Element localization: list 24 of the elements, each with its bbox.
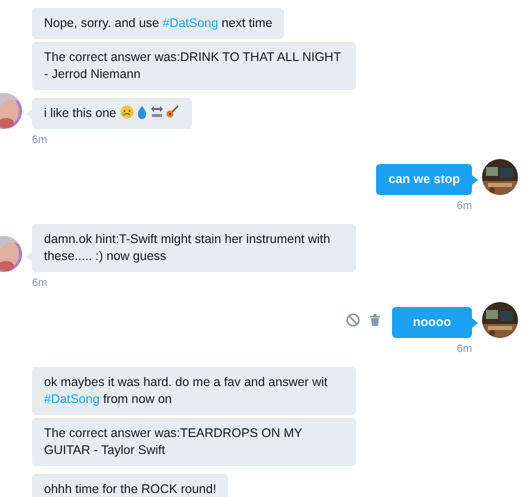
hashtag-link[interactable]: #DatSong	[44, 392, 100, 406]
message-bubble: damn.ok hint:T-Swift might stain her instrument with these..... :) now guess	[32, 224, 356, 272]
message-bubble: The correct answer was:DRINK TO THAT ALL NIGHT - Jerrod Niemann	[32, 42, 356, 90]
timestamp: 6m	[456, 343, 473, 355]
block-icon[interactable]	[346, 313, 360, 327]
message-bubble: ok maybes it was hard. do me a fav and answer wit #DatSong from now on	[32, 367, 356, 415]
message-bubble: Nope, sorry. and use #DatSong next time	[32, 8, 284, 39]
arrow-icon	[150, 105, 164, 119]
message-bubble: ohhh time for the ROCK round!	[32, 474, 228, 497]
bubble-tail	[472, 318, 478, 328]
message-bubble: The correct answer was:TEARDROPS ON MY GUITAR - Taylor Swift	[32, 418, 356, 466]
message-bubble: noooo	[392, 307, 472, 338]
timestamp: 6m	[31, 134, 48, 146]
crying-face-icon	[120, 105, 134, 119]
bubble-tail	[26, 109, 32, 119]
bubble-tail	[472, 175, 478, 185]
hashtag-link[interactable]: #DatSong	[162, 16, 218, 30]
timestamp: 6m	[456, 200, 473, 212]
timestamp: 6m	[31, 277, 48, 289]
guitar-icon	[164, 105, 179, 119]
bubble-tail	[26, 252, 32, 262]
trash-icon[interactable]	[370, 314, 380, 326]
message-bubble: can we stop	[376, 164, 472, 195]
message-bubble: i like this one	[32, 98, 192, 129]
